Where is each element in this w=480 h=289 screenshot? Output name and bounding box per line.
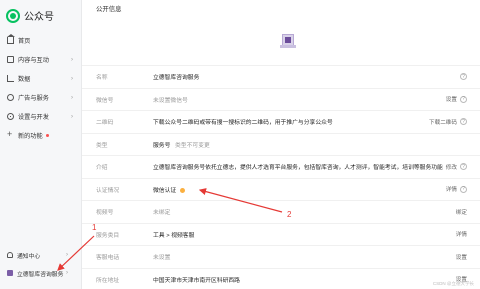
sidebar-item-notifications[interactable]: 通知中心 › xyxy=(0,246,82,264)
row-actions: 修改 ? xyxy=(446,163,467,171)
row-actions: 详情 xyxy=(456,230,467,238)
sidebar-item-data[interactable]: 数据 › xyxy=(0,69,82,88)
row-actions: 绑定 xyxy=(456,208,467,216)
info-row-verification: 认证情况 微信认证 详情 ? xyxy=(82,177,480,201)
sidebar: 公众号 首页 内容与互动 › 数据 › 广告与服务 › 设置与开发 › + 新的… xyxy=(0,0,82,289)
gear-icon xyxy=(7,113,14,120)
annotation-label-1: 1 xyxy=(92,223,97,232)
download-qrcode-link[interactable]: 下载二维码 xyxy=(429,118,457,126)
info-row-qrcode: 二维码 下载公众号二维码或带有搜一搜标识的二维码，用于推广与分享公众号 下载二维… xyxy=(82,110,480,133)
info-row-address: 所在地址 中国天津市天津市南开区科研西路 设置 xyxy=(82,267,480,289)
chevron-right-icon: › xyxy=(71,75,73,82)
row-label: 名称 xyxy=(96,75,108,82)
row-actions: ? xyxy=(460,73,467,81)
verification-details-link[interactable]: 详情 xyxy=(446,185,457,193)
row-value: 下载公众号二维码或带有搜一搜标识的二维码，用于推广与分享公众号 xyxy=(153,120,333,127)
info-row-phone: 客服电话 未设置 设置 xyxy=(82,245,480,268)
avatar-base xyxy=(280,45,296,48)
home-icon xyxy=(7,34,15,44)
sidebar-item-label: 数据 xyxy=(18,76,31,83)
sidebar-item-label: 立德智库咨询服务 xyxy=(17,271,64,278)
watermark: CSDN @立德大学长 xyxy=(432,281,474,286)
row-value: 未绑定 xyxy=(153,210,171,217)
set-wechat-id-link[interactable]: 设置 xyxy=(446,95,457,103)
category-details-link[interactable]: 详情 xyxy=(456,230,467,238)
row-value: 中国天津市天津市南开区科研西路 xyxy=(153,277,240,284)
info-rows: 名称 立德智库咨询服务 ? 微信号 未设置微信号 设置 ? 二维码 下载公众号二… xyxy=(82,65,480,289)
help-icon[interactable]: ? xyxy=(460,73,467,81)
chevron-right-icon: › xyxy=(66,252,68,258)
help-icon[interactable]: ? xyxy=(460,95,467,103)
row-label: 服务类目 xyxy=(96,232,120,239)
row-value: 未设置微信号 xyxy=(153,97,188,104)
help-icon[interactable]: ? xyxy=(460,185,467,193)
bind-channels-link[interactable]: 绑定 xyxy=(456,208,467,216)
type-note: 类型不可变更 xyxy=(175,142,210,149)
row-label: 类型 xyxy=(96,142,108,149)
chevron-right-icon: › xyxy=(71,56,73,63)
app-logo[interactable]: 公众号 xyxy=(6,8,54,23)
info-row-service-category: 服务类目 工具 > 视频客服 详情 xyxy=(82,222,480,246)
sidebar-item-label: 新的功能 xyxy=(18,133,43,140)
sidebar-item-label: 通知中心 xyxy=(17,253,41,260)
info-row-wechat-id: 微信号 未设置微信号 设置 ? xyxy=(82,87,480,111)
chart-icon xyxy=(7,75,14,82)
info-row-intro: 介绍 立德智库咨询服务号依托立德志，提供人才选育平台服务，包括智库咨询，人才测评… xyxy=(82,155,480,178)
sidebar-item-label: 广告与服务 xyxy=(18,95,49,102)
row-actions: 设置 ? xyxy=(446,95,467,103)
sidebar-item-account[interactable]: 立德智库咨询服务 › xyxy=(0,264,82,282)
bell-icon xyxy=(7,252,13,258)
app-title: 公众号 xyxy=(24,12,54,23)
row-label: 介绍 xyxy=(96,165,108,172)
document-icon xyxy=(7,56,14,63)
chevron-right-icon: › xyxy=(66,270,68,276)
chevron-right-icon: › xyxy=(71,113,73,120)
row-label: 客服电话 xyxy=(96,255,120,262)
chevron-right-icon: › xyxy=(71,94,73,101)
row-label: 认证情况 xyxy=(96,187,120,194)
plus-icon xyxy=(7,129,14,139)
section-title: 公开信息 xyxy=(96,6,122,13)
help-icon[interactable]: ? xyxy=(460,163,467,171)
main-content: 公开信息 名称 立德智库咨询服务 ? 微信号 未设置微信号 设置 ? 二维码 下… xyxy=(82,0,480,289)
row-label: 视频号 xyxy=(96,210,114,217)
info-row-type: 类型 服务号 类型不可变更 xyxy=(82,132,480,156)
account-avatar xyxy=(7,270,13,276)
edit-intro-link[interactable]: 修改 xyxy=(446,163,457,171)
row-value: 服务号 类型不可变更 xyxy=(153,140,210,149)
row-label: 所在地址 xyxy=(96,277,120,284)
account-avatar-large[interactable] xyxy=(278,30,298,50)
verification-value: 微信认证 xyxy=(153,187,177,194)
row-value: 微信认证 xyxy=(153,185,185,194)
row-label: 微信号 xyxy=(96,97,114,104)
info-row-channels: 视频号 未绑定 绑定 xyxy=(82,200,480,223)
wechat-official-account-logo-icon xyxy=(6,8,20,23)
row-value: 立德智库咨询服务号依托立德志，提供人才选育平台服务，包括智库咨询，人才测评，智能… xyxy=(153,165,443,172)
row-actions: 详情 ? xyxy=(446,185,467,193)
sidebar-item-settings[interactable]: 设置与开发 › xyxy=(0,107,82,126)
sidebar-item-label: 设置与开发 xyxy=(18,114,49,121)
row-actions: 设置 xyxy=(456,253,467,261)
sidebar-item-home[interactable]: 首页 xyxy=(0,31,82,50)
verified-badge-icon xyxy=(179,187,185,193)
info-row-name: 名称 立德智库咨询服务 ? xyxy=(82,65,480,88)
help-icon[interactable]: ? xyxy=(460,118,467,126)
row-value: 立德智库咨询服务 xyxy=(153,75,200,82)
sidebar-item-label: 内容与互动 xyxy=(18,57,49,64)
ad-icon xyxy=(7,94,14,101)
new-badge-dot xyxy=(45,134,49,137)
sidebar-item-label: 首页 xyxy=(18,38,31,45)
sidebar-bottom: 通知中心 › 立德智库咨询服务 › xyxy=(0,246,82,282)
sidebar-item-content[interactable]: 内容与互动 › xyxy=(0,50,82,69)
set-phone-link[interactable]: 设置 xyxy=(456,253,467,261)
sidebar-nav: 首页 内容与互动 › 数据 › 广告与服务 › 设置与开发 › 新的功能 xyxy=(0,31,82,145)
row-label: 二维码 xyxy=(96,120,114,127)
row-value: 未设置 xyxy=(153,255,171,262)
row-value: 工具 > 视频客服 xyxy=(153,232,195,239)
sidebar-item-ads[interactable]: 广告与服务 › xyxy=(0,88,82,107)
row-actions: 下载二维码 ? xyxy=(429,118,467,126)
type-value: 服务号 xyxy=(153,142,171,149)
sidebar-item-new-features[interactable]: 新的功能 xyxy=(0,126,82,145)
annotation-label-2: 2 xyxy=(287,210,292,219)
